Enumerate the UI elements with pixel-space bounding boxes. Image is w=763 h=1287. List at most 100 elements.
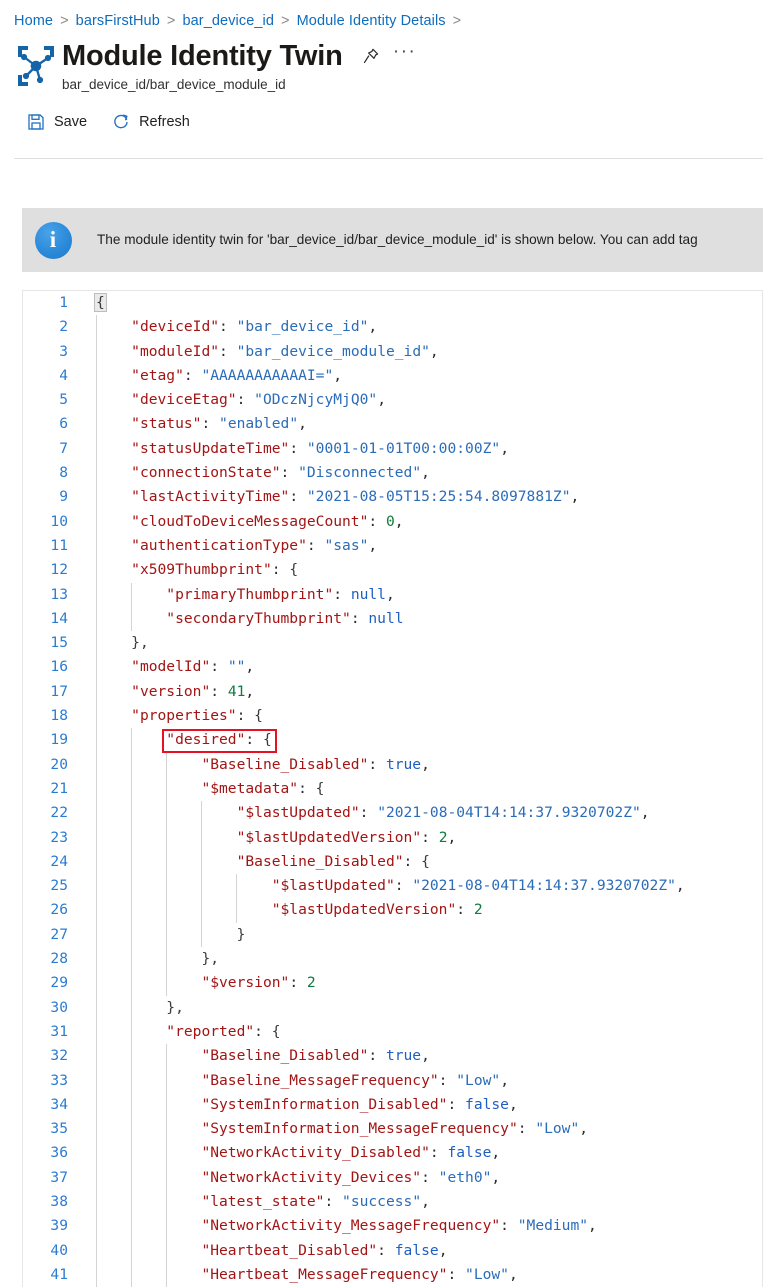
line-number: 38 — [50, 1192, 68, 1210]
code-area[interactable]: 1{2 "deviceId": "bar_device_id", 3 "modul… — [23, 291, 762, 1287]
code-line[interactable]: 32 "Baseline_Disabled": true, — [23, 1044, 762, 1068]
code-line[interactable]: 23 "$lastUpdatedVersion": 2, — [23, 826, 762, 850]
code-line[interactable]: 5 "deviceEtag": "ODczNjcyMjQ0", — [23, 388, 762, 412]
code-line[interactable]: 28 }, — [23, 947, 762, 971]
line-number: 12 — [50, 561, 68, 579]
info-icon: i — [34, 221, 72, 259]
breadcrumb-item-3[interactable]: Module Identity Details — [297, 13, 446, 29]
token-brace: } — [236, 925, 246, 943]
refresh-button[interactable]: Refresh — [111, 108, 192, 136]
line-number: 18 — [50, 707, 68, 725]
token-key: "Baseline_MessageFrequency" — [201, 1071, 439, 1089]
breadcrumb-item-1[interactable]: barsFirstHub — [76, 13, 160, 29]
code-line[interactable]: 40 "Heartbeat_Disabled": false, — [23, 1239, 762, 1263]
code-line[interactable]: 35 "SystemInformation_MessageFrequency":… — [23, 1117, 762, 1141]
code-line[interactable]: 25 "$lastUpdated": "2021-08-04T14:14:37.… — [23, 874, 762, 898]
code-line[interactable]: 18 "properties": { — [23, 704, 762, 728]
code-line[interactable]: 24 "Baseline_Disabled": { — [23, 850, 762, 874]
code-line[interactable]: 21 "$metadata": { — [23, 777, 762, 801]
line-number: 11 — [50, 536, 68, 554]
code-line[interactable]: 33 "Baseline_MessageFrequency": "Low", — [23, 1069, 762, 1093]
token-punc: , — [429, 342, 439, 360]
pin-icon[interactable] — [360, 45, 382, 67]
token-punc: , — [333, 366, 343, 384]
token-punc: , — [421, 755, 430, 773]
token-punc: : — [219, 342, 237, 360]
token-punc: : — [368, 755, 386, 773]
token-key: "desired" — [166, 731, 246, 749]
code-line[interactable]: 9 "lastActivityTime": "2021-08-05T15:25:… — [23, 485, 762, 509]
code-line[interactable]: 20 "Baseline_Disabled": true, — [23, 753, 762, 777]
info-text-cell: The module identity twin for 'bar_device… — [84, 208, 763, 272]
token-punc: , — [421, 1047, 430, 1065]
token-key: "$lastUpdatedVersion" — [271, 901, 457, 919]
code-line[interactable]: 39 "NetworkActivity_MessageFrequency": "… — [23, 1214, 762, 1238]
token-punc: : — [438, 1071, 457, 1089]
code-line[interactable]: 2 "deviceId": "bar_device_id", — [23, 315, 762, 339]
breadcrumb-separator: > — [281, 13, 290, 29]
code-line[interactable]: 3 "moduleId": "bar_device_module_id", — [23, 340, 762, 364]
line-number: 2 — [59, 318, 68, 336]
breadcrumb-separator: > — [452, 13, 462, 29]
token-key: "deviceEtag" — [131, 391, 237, 409]
code-text: "status": "enabled", — [96, 412, 762, 436]
code-line[interactable]: 7 "statusUpdateTime": "0001-01-01T00:00:… — [23, 437, 762, 461]
token-punc: : — [333, 585, 351, 603]
line-number: 14 — [50, 609, 68, 627]
code-text: "$lastUpdated": "2021-08-04T14:14:37.932… — [96, 801, 762, 825]
code-line[interactable]: 36 "NetworkActivity_Disabled": false, — [23, 1141, 762, 1165]
token-str: "2021-08-05T15:25:54.8097881Z" — [306, 488, 571, 506]
breadcrumb-item-2[interactable]: bar_device_id — [182, 13, 274, 29]
code-line[interactable]: 27 } — [23, 923, 762, 947]
code-line[interactable]: 12 "x509Thumbprint": { — [23, 558, 762, 582]
token-str: "Low" — [535, 1120, 580, 1138]
token-punc: : — [359, 804, 378, 822]
code-line[interactable]: 10 "cloudToDeviceMessageCount": 0, — [23, 510, 762, 534]
code-line[interactable]: 26 "$lastUpdatedVersion": 2 — [23, 898, 762, 922]
token-key: "Baseline_Disabled" — [236, 852, 404, 870]
token-punc: : — [210, 658, 228, 676]
code-line[interactable]: 8 "connectionState": "Disconnected", — [23, 461, 762, 485]
code-line[interactable]: 14 "secondaryThumbprint": null — [23, 607, 762, 631]
token-punc: , — [640, 804, 650, 822]
line-number: 29 — [50, 974, 68, 992]
token-punc: : — [245, 731, 263, 749]
code-line[interactable]: 1{ — [23, 291, 762, 315]
code-line[interactable]: 22 "$lastUpdated": "2021-08-04T14:14:37.… — [23, 801, 762, 825]
token-punc: , — [385, 585, 395, 603]
code-line[interactable]: 34 "SystemInformation_Disabled": false, — [23, 1093, 762, 1117]
json-code-editor[interactable]: 1{2 "deviceId": "bar_device_id", 3 "modul… — [22, 290, 763, 1287]
code-line[interactable]: 11 "authenticationType": "sas", — [23, 534, 762, 558]
code-line[interactable]: 29 "$version": 2 — [23, 971, 762, 995]
code-line[interactable]: 19 "desired": { — [23, 728, 762, 752]
token-key: "$lastUpdatedVersion" — [236, 828, 422, 846]
code-line[interactable]: 4 "etag": "AAAAAAAAAAAI=", — [23, 364, 762, 388]
code-line[interactable]: 16 "modelId": "", — [23, 655, 762, 679]
code-line[interactable]: 6 "status": "enabled", — [23, 412, 762, 436]
code-text: "statusUpdateTime": "0001-01-01T00:00:00… — [96, 437, 762, 461]
code-line[interactable]: 30 }, — [23, 996, 762, 1020]
code-line[interactable]: 31 "reported": { — [23, 1020, 762, 1044]
token-punc: : — [271, 561, 290, 579]
token-brace: }, — [131, 634, 149, 652]
code-text: "connectionState": "Disconnected", — [96, 461, 762, 485]
token-key: "properties" — [131, 707, 237, 725]
save-button[interactable]: Save — [26, 108, 89, 136]
token-punc: , — [491, 1168, 501, 1186]
code-line[interactable]: 15 }, — [23, 631, 762, 655]
code-text: "Baseline_MessageFrequency": "Low", — [96, 1069, 762, 1093]
code-line[interactable]: 17 "version": 41, — [23, 680, 762, 704]
breadcrumb-item-0[interactable]: Home — [14, 13, 53, 29]
more-options-button[interactable]: ··· — [393, 41, 416, 72]
code-line[interactable]: 41 "Heartbeat_MessageFrequency": "Low", — [23, 1263, 762, 1287]
code-text: "Baseline_Disabled": true, — [96, 1044, 762, 1068]
line-number: 34 — [50, 1095, 68, 1113]
token-key: "moduleId" — [131, 342, 220, 360]
token-lit: false — [465, 1095, 509, 1113]
code-line[interactable]: 13 "primaryThumbprint": null, — [23, 583, 762, 607]
code-line[interactable]: 37 "NetworkActivity_Devices": "eth0", — [23, 1166, 762, 1190]
token-punc: : — [421, 1168, 439, 1186]
token-key: "$lastUpdated" — [236, 804, 360, 822]
line-number: 3 — [59, 342, 68, 360]
code-line[interactable]: 38 "latest_state": "success", — [23, 1190, 762, 1214]
